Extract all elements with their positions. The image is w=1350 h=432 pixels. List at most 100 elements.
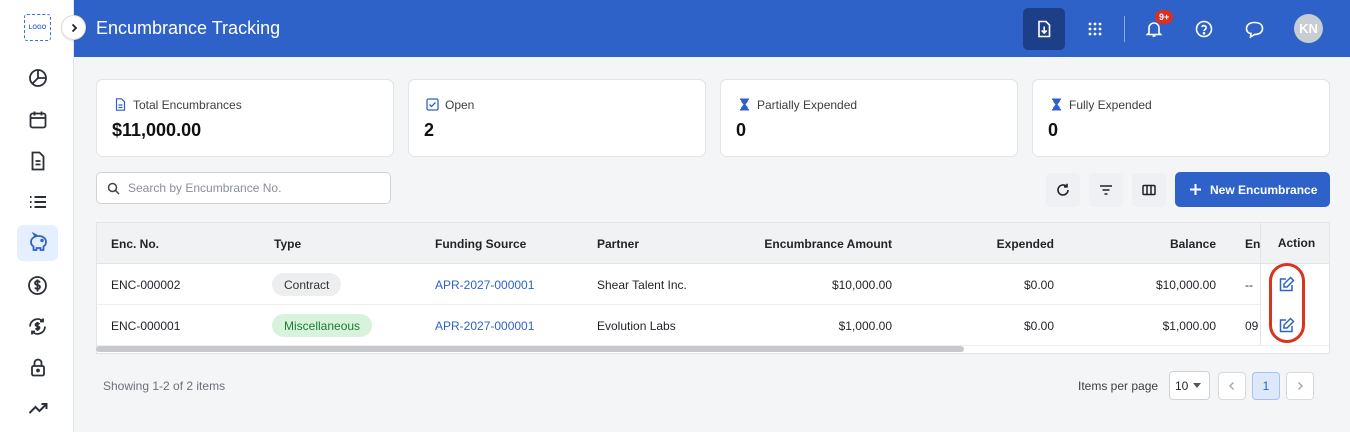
chat-button[interactable] [1234,8,1276,50]
col-expended[interactable]: Expended [997,237,1054,251]
filter-icon [1100,185,1112,195]
filter-button[interactable] [1089,173,1123,207]
download-button[interactable] [1023,8,1065,50]
pagination-summary: Showing 1-2 of 2 items [103,379,226,393]
sidebar-item-reconciliation[interactable] [17,308,58,344]
hourglass-icon [1052,98,1061,111]
cell-truncated: -- [1245,278,1253,292]
list-icon [29,196,46,208]
items-per-page-label: Items per page [1078,379,1159,393]
piggy-bank-icon [29,232,47,251]
notification-badge: 9+ [1155,10,1174,24]
col-type[interactable]: Type [274,237,301,251]
sidebar-item-documents[interactable] [17,143,58,179]
horizontal-scrollbar[interactable] [96,346,964,352]
stat-label: Total Encumbrances [133,98,242,112]
sidebar-item-list[interactable] [17,184,58,220]
help-button[interactable] [1183,8,1225,50]
stat-label: Partially Expended [757,98,858,112]
sidebar-item-reports[interactable] [17,390,58,426]
header-separator [1124,16,1125,42]
cell-truncated: 09 [1245,319,1259,333]
cell-expended: $0.00 [1023,278,1054,292]
columns-icon [1142,184,1156,196]
type-badge: Miscellaneous [272,314,373,337]
user-avatar[interactable]: KN [1294,14,1323,43]
cell-expended: $0.00 [1023,319,1054,333]
trending-up-icon [28,403,47,414]
stat-label: Open [445,98,475,112]
sidebar-collapse-button[interactable] [61,15,86,40]
download-icon [1038,20,1051,38]
chevron-right-icon [1297,381,1304,391]
calendar-icon [29,111,46,129]
col-partner[interactable]: Partner [597,237,639,251]
search-icon [107,182,120,195]
next-page-button[interactable] [1286,372,1314,400]
sidebar-item-dashboard[interactable] [17,60,58,96]
sidebar-item-encumbrance[interactable] [17,225,58,261]
chat-icon [1245,21,1264,38]
columns-button[interactable] [1132,173,1166,207]
items-per-page-value: 10 [1175,378,1189,393]
col-balance[interactable]: Balance [1170,237,1216,251]
cell-amount: $1,000.00 [838,319,892,333]
table-row[interactable]: ENC-000001 Miscellaneous APR-2027-000001… [97,305,1329,346]
pie-chart-icon [28,69,47,87]
stat-card-total: Total Encumbrances $11,000.00 [96,79,394,157]
prev-page-button[interactable] [1218,372,1246,400]
stat-value: $11,000.00 [112,120,202,140]
page-title: Encumbrance Tracking [96,18,281,38]
sidebar-item-funds[interactable] [17,267,58,303]
sidebar-item-calendar[interactable] [17,102,58,138]
table-header: Enc. No. Type Funding Source Partner Enc… [97,223,1329,264]
caret-down-icon [1193,383,1202,388]
sidebar-item-security[interactable] [17,349,58,385]
cell-amount: $10,000.00 [831,278,892,292]
cell-partner: Shear Talent Inc. [597,278,687,292]
encumbrance-table: Enc. No. Type Funding Source Partner Enc… [96,222,1330,354]
cell-enc-no: ENC-000001 [111,319,181,333]
col-enc-no[interactable]: Enc. No. [111,237,159,251]
type-badge: Contract [272,273,342,296]
chevron-right-icon [71,23,77,32]
col-encumbrance-amount[interactable]: Encumbrance Amount [764,237,892,251]
stat-label: Fully Expended [1069,98,1152,112]
apps-grid-icon [1088,22,1102,36]
new-encumbrance-button[interactable]: New Encumbrance [1175,172,1330,207]
apps-button[interactable] [1074,8,1116,50]
page-1-button[interactable]: 1 [1252,372,1280,400]
notifications-button[interactable]: 9+ [1133,8,1175,50]
document-icon [31,151,44,171]
cell-enc-no: ENC-000002 [111,278,181,292]
checkbox-icon [426,98,439,111]
cell-partner: Evolution Labs [597,319,676,333]
refresh-button[interactable] [1046,173,1080,207]
stat-value: 0 [1048,120,1059,140]
cell-balance: $10,000.00 [1155,278,1216,292]
chevron-left-icon [1228,381,1235,391]
hourglass-icon [740,98,749,111]
search-box [96,172,391,204]
highlight-annotation [1269,263,1305,343]
stat-card-open: Open 2 [408,79,706,157]
help-icon [1195,20,1213,38]
table-row[interactable]: ENC-000002 Contract APR-2027-000001 Shea… [97,264,1329,305]
col-truncated[interactable]: En [1245,237,1260,251]
col-action: Action [1261,223,1329,264]
new-encumbrance-label: New Encumbrance [1210,182,1318,197]
plus-icon [1190,184,1201,195]
document-icon [115,98,126,111]
stat-card-fully-expended: Fully Expended 0 [1032,79,1330,157]
logo: LOGO [24,14,51,41]
funding-source-link[interactable]: APR-2027-000001 [435,278,534,292]
funding-source-link[interactable]: APR-2027-000001 [435,319,534,333]
cell-balance: $1,000.00 [1162,319,1216,333]
search-input[interactable] [128,179,378,197]
col-funding-source[interactable]: Funding Source [435,237,526,251]
dollar-circle-icon [28,275,47,295]
items-per-page-select[interactable]: 10 [1169,371,1210,400]
sidebar: LOGO [0,0,74,432]
lock-icon [30,358,45,377]
top-header: Encumbrance Tracking 9+ KN [74,0,1350,57]
